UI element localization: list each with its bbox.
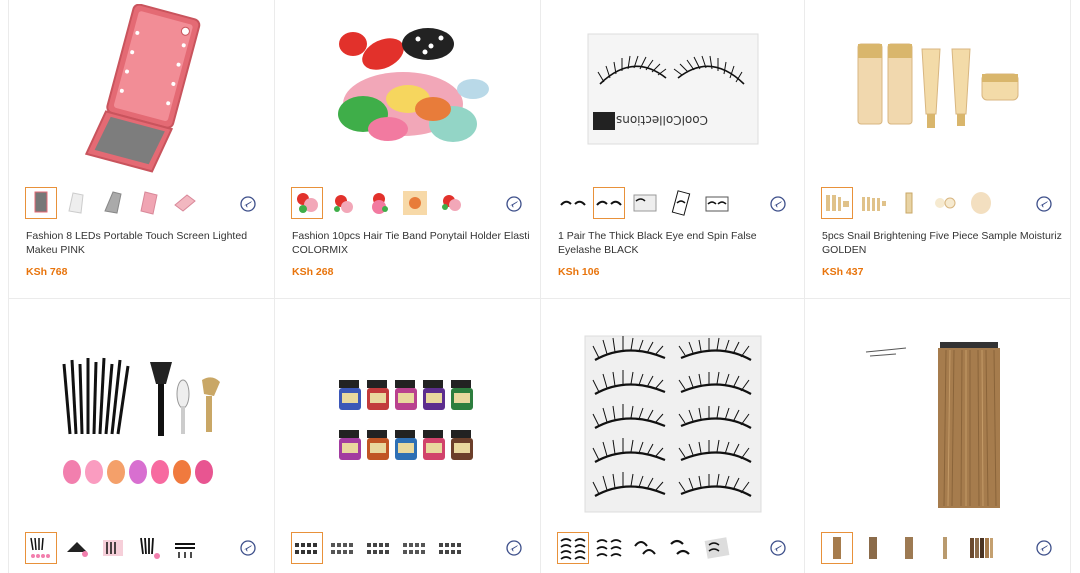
thumb-cream-set[interactable]: [821, 187, 853, 219]
product-image-led-mirror[interactable]: [29, 0, 254, 178]
thumb-brush-black[interactable]: [169, 532, 201, 564]
thumb-mirror-silver[interactable]: [97, 187, 129, 219]
product-title[interactable]: Fashion 8 LEDs Portable Touch Screen Lig…: [26, 229, 266, 257]
thumb-ink-row[interactable]: [435, 532, 467, 564]
product-price: KSh 106: [558, 266, 600, 278]
thumb-hairtie-mix[interactable]: [291, 187, 323, 219]
product-title[interactable]: 5pcs Snail Brightening Five Piece Sample…: [822, 229, 1062, 257]
thumb-cream-bottle[interactable]: [893, 187, 925, 219]
product-card[interactable]: [9, 299, 275, 573]
color-thumbnails: [25, 532, 201, 566]
product-price: KSh 768: [26, 266, 68, 278]
airplane-shipping-icon: [506, 196, 522, 212]
airplane-shipping-icon: [240, 540, 256, 556]
thumb-lash-pair[interactable]: [665, 532, 697, 564]
thumb-lashes-pair[interactable]: [593, 187, 625, 219]
thumb-hair-brown[interactable]: [857, 532, 889, 564]
thumb-hair-brown[interactable]: [821, 532, 853, 564]
thumb-ink-row[interactable]: [291, 532, 323, 564]
airplane-shipping-icon: [1036, 196, 1052, 212]
thumb-cream-pads[interactable]: [929, 187, 961, 219]
product-image-ink-bottles[interactable]: [295, 319, 520, 529]
product-card[interactable]: [275, 299, 541, 573]
thumb-hairtie-mix[interactable]: [435, 187, 467, 219]
airplane-shipping-icon: [770, 540, 786, 556]
product-price: KSh 437: [822, 266, 864, 278]
thumb-mirror-pink-light[interactable]: [169, 187, 201, 219]
thumb-lash-strips[interactable]: [593, 532, 625, 564]
thumb-lashes-card[interactable]: [665, 187, 697, 219]
thumb-cream-set[interactable]: [857, 187, 889, 219]
product-card[interactable]: Fashion 8 LEDs Portable Touch Screen Lig…: [9, 0, 275, 299]
color-thumbnails: [291, 187, 467, 221]
svg-text:CoolCollections: CoolCollections: [615, 113, 707, 127]
color-thumbnails: [557, 532, 733, 566]
airplane-shipping-icon: [240, 196, 256, 212]
thumb-lashes-box[interactable]: [629, 187, 661, 219]
product-card[interactable]: CoolCollections 1 Pair The Thick Black E…: [541, 0, 805, 299]
thumb-brush-fan[interactable]: [61, 532, 93, 564]
thumb-brush-kit[interactable]: [97, 532, 129, 564]
product-image-eyelashes-box[interactable]: CoolCollections: [561, 0, 784, 178]
thumb-brush-set[interactable]: [25, 532, 57, 564]
thumb-lashes-case[interactable]: [701, 187, 733, 219]
thumb-hair-thin[interactable]: [929, 532, 961, 564]
color-thumbnails: [821, 187, 997, 221]
airplane-shipping-icon: [1036, 540, 1052, 556]
color-thumbnails: [557, 187, 733, 221]
thumb-ink-row[interactable]: [363, 532, 395, 564]
product-card[interactable]: [541, 299, 805, 573]
product-grid: Fashion 8 LEDs Portable Touch Screen Lig…: [8, 0, 1071, 573]
thumb-cream-mask[interactable]: [965, 187, 997, 219]
thumb-mirror-grey[interactable]: [25, 187, 57, 219]
thumb-hair-brown[interactable]: [893, 532, 925, 564]
product-image-eyelash-strips[interactable]: [561, 319, 784, 529]
thumb-mirror-white[interactable]: [61, 187, 93, 219]
thumb-ink-row[interactable]: [327, 532, 359, 564]
product-image-snail-cream-set[interactable]: [825, 0, 1050, 178]
product-title[interactable]: Fashion 10pcs Hair Tie Band Ponytail Hol…: [292, 229, 532, 257]
thumb-ink-row[interactable]: [399, 532, 431, 564]
thumb-lash-box[interactable]: [701, 532, 733, 564]
product-image-hair-extension[interactable]: [825, 319, 1050, 529]
thumb-hair-swatch[interactable]: [965, 532, 997, 564]
thumb-lash-curl[interactable]: [629, 532, 661, 564]
thumb-hairtie-mix[interactable]: [363, 187, 395, 219]
color-thumbnails: [821, 532, 997, 566]
color-thumbnails: [291, 532, 467, 566]
thumb-hairtie-mix[interactable]: [327, 187, 359, 219]
product-card[interactable]: Fashion 10pcs Hair Tie Band Ponytail Hol…: [275, 0, 541, 299]
color-thumbnails: [25, 187, 201, 221]
product-image-hair-ties[interactable]: [295, 0, 520, 178]
thumb-lashes-pair[interactable]: [557, 187, 589, 219]
thumb-brush-black[interactable]: [133, 532, 165, 564]
product-card[interactable]: 5pcs Snail Brightening Five Piece Sample…: [805, 0, 1071, 299]
product-image-makeup-brush-set[interactable]: [29, 319, 254, 529]
airplane-shipping-icon: [506, 540, 522, 556]
thumb-mirror-pink[interactable]: [133, 187, 165, 219]
product-title[interactable]: 1 Pair The Thick Black Eye end Spin Fals…: [558, 229, 798, 257]
airplane-shipping-icon: [770, 196, 786, 212]
thumb-lash-strips[interactable]: [557, 532, 589, 564]
product-price: KSh 268: [292, 266, 334, 278]
product-card[interactable]: [805, 299, 1071, 573]
thumb-hairtie-yellow[interactable]: [399, 187, 431, 219]
